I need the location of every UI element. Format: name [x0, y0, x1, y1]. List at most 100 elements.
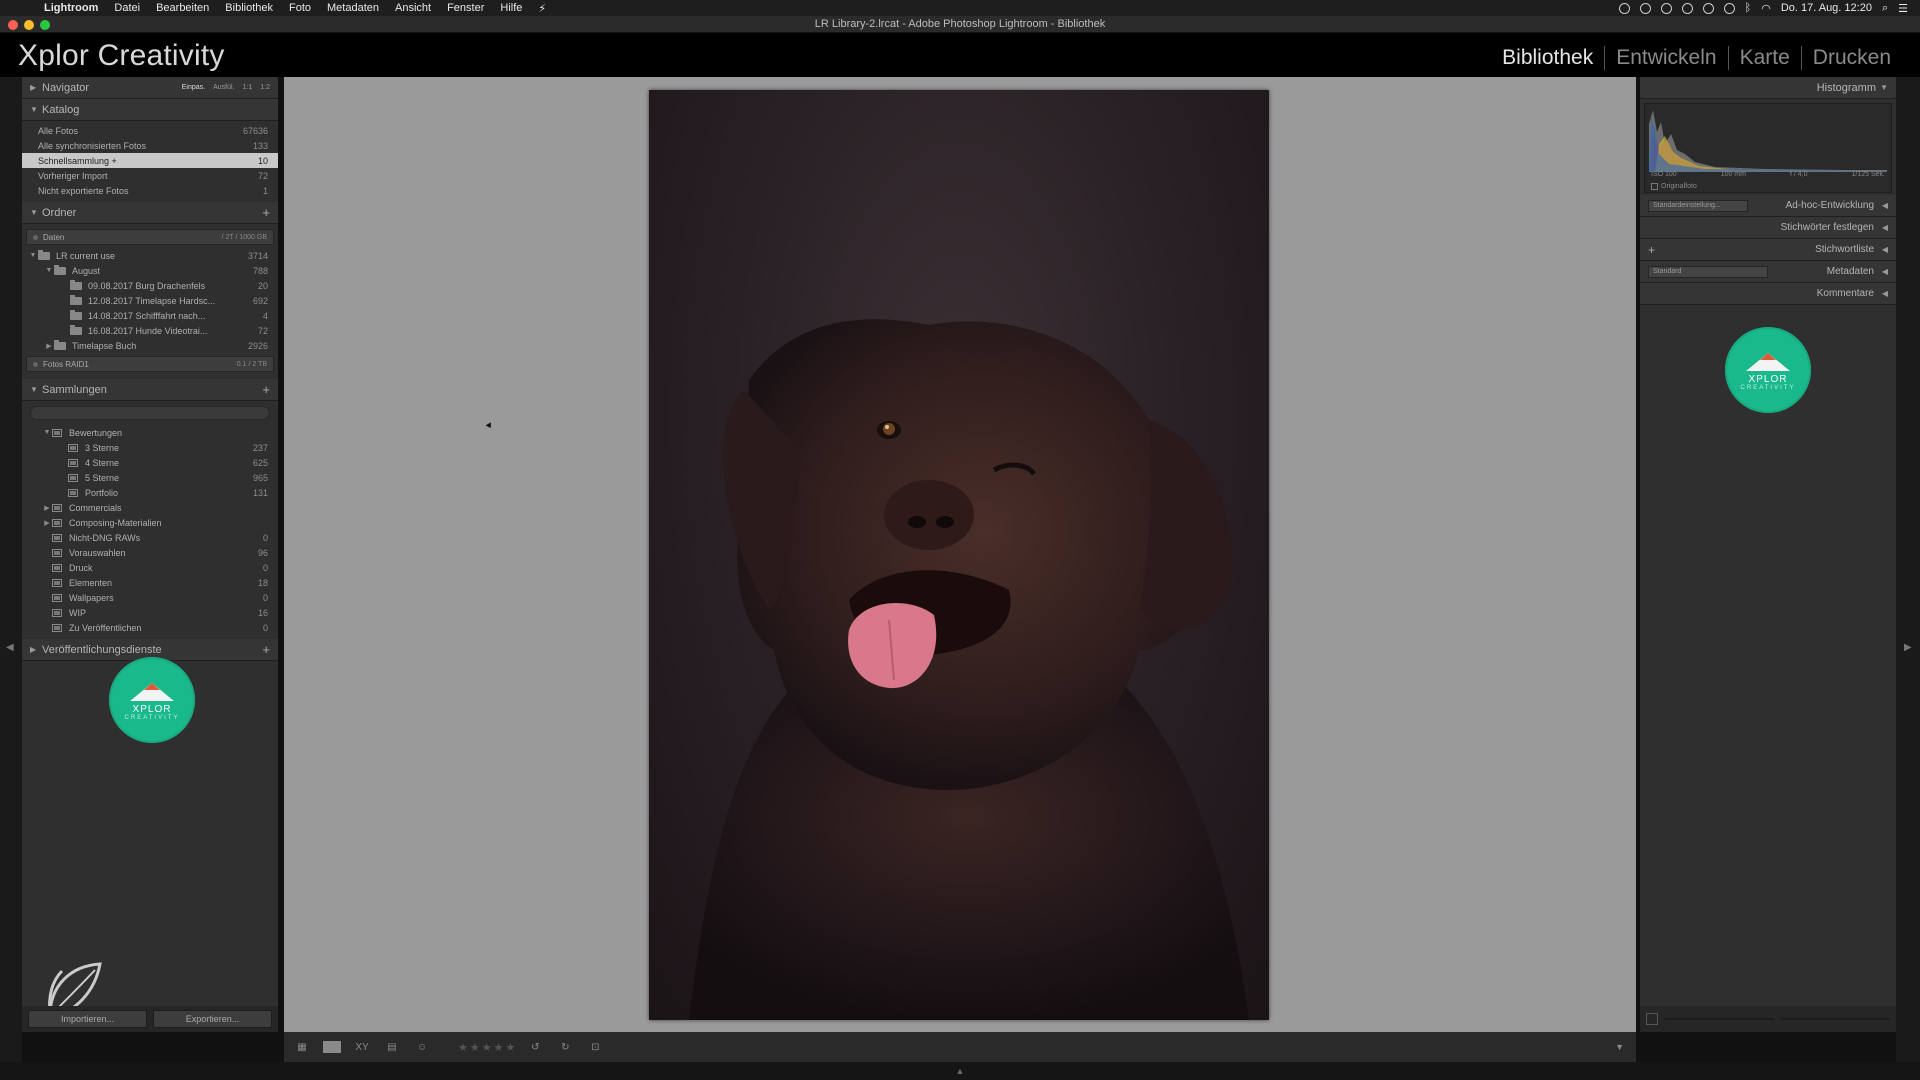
navigator-header[interactable]: ▶ Navigator Einpas. Ausfül. 1:1 1:2	[22, 77, 278, 99]
folder-row[interactable]: ▼ August 788	[22, 263, 278, 278]
spotlight-search-icon[interactable]: ⌕	[1882, 2, 1888, 15]
status-icon-4[interactable]	[1681, 2, 1693, 14]
katalog-item[interactable]: Alle Fotos 67636	[22, 123, 278, 138]
collection-row[interactable]: 5 Sterne 965	[22, 470, 278, 485]
right-panel-toggle-icon[interactable]: ▶	[1904, 642, 1912, 653]
close-window-button[interactable]	[8, 20, 18, 30]
toolbar-options-chevron-icon[interactable]: ▼	[1615, 1042, 1624, 1052]
status-icon-5[interactable]	[1702, 2, 1714, 14]
module-bibliothek[interactable]: Bibliothek	[1491, 46, 1604, 70]
minimize-window-button[interactable]	[24, 20, 34, 30]
collection-set-row[interactable]: ▼ Bewertungen	[22, 425, 278, 440]
collection-set-row[interactable]: ▶ Composing-Materialien	[22, 515, 278, 530]
collection-row[interactable]: Zu Veröffentlichen 0	[22, 620, 278, 635]
collection-row[interactable]: Portfolio 131	[22, 485, 278, 500]
original-photo-checkbox[interactable]	[1651, 183, 1658, 190]
rotate-left-icon[interactable]: ↺	[523, 1039, 547, 1056]
wifi-icon[interactable]: ◠	[1761, 2, 1771, 15]
menu-metadaten[interactable]: Metadaten	[319, 2, 387, 14]
menubar-clock[interactable]: Do. 17. Aug. 12:20	[1781, 2, 1872, 14]
people-view-icon[interactable]: ☺	[410, 1039, 434, 1056]
dog-photo[interactable]	[649, 90, 1269, 1020]
navigator-option-1-1[interactable]: 1:1	[243, 84, 253, 91]
menu-lightroom[interactable]: Lightroom	[36, 2, 106, 14]
collection-row[interactable]: Nicht-DNG RAWs 0	[22, 530, 278, 545]
histogram[interactable]: ISO 100 100 mm f / 4,0 1/125 Sek. Origin…	[1644, 103, 1892, 193]
volume-fotos-raid[interactable]: Fotos RAID1 0.1 / 2 TB	[26, 356, 274, 372]
collection-row[interactable]: Vorauswahlen 96	[22, 545, 278, 560]
collection-row[interactable]: 4 Sterne 625	[22, 455, 278, 470]
add-publish-service-icon[interactable]: +	[262, 642, 270, 657]
left-panel-toggle-icon[interactable]: ◀	[6, 642, 14, 653]
folder-row[interactable]: 12.08.2017 Timelapse Hardsc... 692	[22, 293, 278, 308]
menu-bearbeiten[interactable]: Bearbeiten	[148, 2, 217, 14]
volume-daten[interactable]: Daten / 2T / 1000 GB	[26, 229, 274, 245]
module-entwickeln[interactable]: Entwickeln	[1604, 46, 1727, 70]
status-icon-3[interactable]	[1660, 2, 1672, 14]
add-folder-icon[interactable]: +	[262, 205, 270, 220]
folder-row[interactable]: ▼ LR current use 3714	[22, 248, 278, 263]
status-icon-1[interactable]	[1618, 2, 1630, 14]
collection-row[interactable]: Wallpapers 0	[22, 590, 278, 605]
survey-view-icon[interactable]: ▤	[380, 1039, 404, 1056]
keywording-header[interactable]: Stichwörter festlegen ◀	[1640, 217, 1896, 239]
expand-triangle-icon[interactable]: ◀	[1874, 201, 1888, 210]
histogram-header[interactable]: Histogramm ▼	[1640, 77, 1896, 99]
clock-icon[interactable]	[1723, 2, 1735, 14]
ordner-header[interactable]: ▼ Ordner +	[22, 202, 278, 224]
expand-triangle-icon[interactable]: ▼	[44, 267, 54, 274]
loupe-view[interactable]	[284, 77, 1636, 1032]
collection-row[interactable]: Druck 0	[22, 560, 278, 575]
katalog-item[interactable]: Alle synchronisierten Fotos 133	[22, 138, 278, 153]
loupe-view-icon[interactable]	[320, 1039, 344, 1056]
import-button[interactable]: Importieren...	[28, 1010, 147, 1028]
katalog-item[interactable]: Nicht exportierte Fotos 1	[22, 183, 278, 198]
folder-row[interactable]: ▶ Timelapse Buch 2926	[22, 338, 278, 353]
sync-settings-button[interactable]	[1780, 1018, 1890, 1020]
module-karte[interactable]: Karte	[1727, 46, 1801, 70]
folder-row[interactable]: 09.08.2017 Burg Drachenfels 20	[22, 278, 278, 293]
expand-triangle-icon[interactable]: ▼	[30, 385, 42, 394]
sync-toggle-icon[interactable]	[1646, 1013, 1658, 1025]
module-drucken[interactable]: Drucken	[1800, 46, 1902, 70]
face-detect-icon[interactable]: ⊡	[583, 1039, 607, 1056]
quick-develop-preset-select[interactable]: Standardeinstellung...	[1648, 199, 1748, 212]
katalog-header[interactable]: ▼ Katalog	[22, 99, 278, 121]
collapse-triangle-icon[interactable]: ▶	[42, 519, 52, 527]
navigator-option-fill[interactable]: Ausfül.	[213, 84, 234, 91]
metadata-preset-select[interactable]: Standard	[1648, 265, 1768, 278]
comments-header[interactable]: Kommentare ◀	[1640, 283, 1896, 305]
filmstrip-toggle-bar[interactable]: ▲	[0, 1062, 1920, 1080]
keyword-list-header[interactable]: + Stichwortliste ◀	[1640, 239, 1896, 261]
expand-triangle-icon[interactable]: ▼	[30, 105, 42, 114]
compare-view-icon[interactable]: XY	[350, 1039, 374, 1056]
metadata-header[interactable]: Standard Metadaten ◀	[1640, 261, 1896, 283]
menu-hilfe[interactable]: Hilfe	[492, 2, 530, 14]
add-collection-icon[interactable]: +	[262, 382, 270, 397]
expand-triangle-icon[interactable]: ◀	[1874, 289, 1888, 298]
expand-triangle-icon[interactable]: ◀	[1874, 267, 1888, 276]
export-button[interactable]: Exportieren...	[153, 1010, 272, 1028]
collection-row[interactable]: Elementen 18	[22, 575, 278, 590]
right-panel-edge[interactable]: ▶	[1896, 77, 1920, 1067]
collection-filter-input[interactable]	[30, 406, 270, 420]
left-panel-edge[interactable]: ◀	[0, 77, 22, 1067]
expand-triangle-icon[interactable]: ◀	[1874, 223, 1888, 232]
collection-row[interactable]: WIP 16	[22, 605, 278, 620]
katalog-item[interactable]: Vorheriger Import 72	[22, 168, 278, 183]
expand-triangle-icon[interactable]: ▼	[28, 252, 38, 259]
collapse-triangle-icon[interactable]: ▶	[44, 342, 54, 350]
notification-center-icon[interactable]: ☰	[1898, 2, 1908, 15]
bolt-icon[interactable]: ⚡	[530, 2, 554, 15]
collapse-triangle-icon[interactable]: ▶	[42, 504, 52, 512]
zoom-window-button[interactable]	[40, 20, 50, 30]
add-keyword-icon[interactable]: +	[1648, 243, 1655, 257]
sammlungen-header[interactable]: ▼ Sammlungen +	[22, 379, 278, 401]
collapse-triangle-icon[interactable]: ▶	[30, 645, 42, 654]
collection-row[interactable]: 3 Sterne 237	[22, 440, 278, 455]
bluetooth-icon[interactable]: ᛒ	[1745, 2, 1752, 14]
menu-fenster[interactable]: Fenster	[439, 2, 492, 14]
folder-row[interactable]: 14.08.2017 Schifffahrt nach... 4	[22, 308, 278, 323]
menu-datei[interactable]: Datei	[106, 2, 148, 14]
menu-bibliothek[interactable]: Bibliothek	[217, 2, 281, 14]
